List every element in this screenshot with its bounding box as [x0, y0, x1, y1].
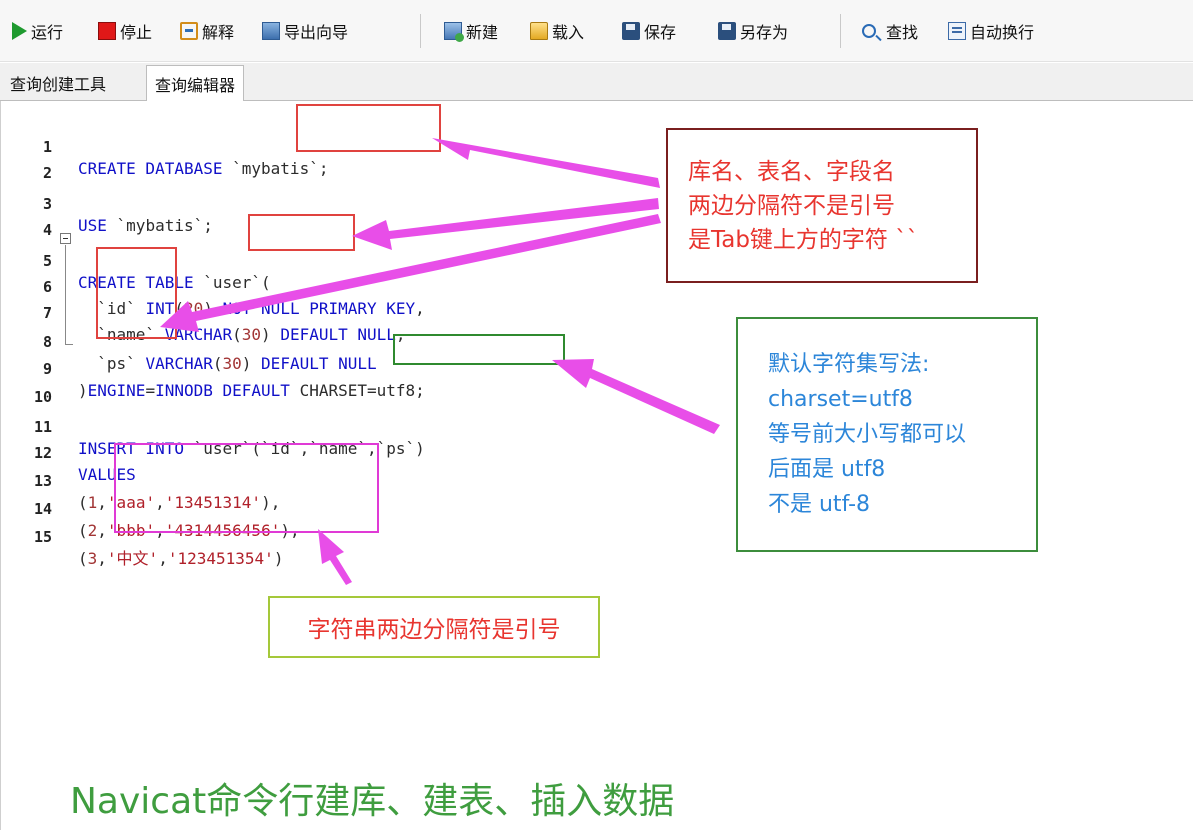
highlight-database-name: [296, 104, 441, 152]
run-label: 运行: [31, 23, 64, 42]
note-line: charset=utf8: [768, 387, 913, 412]
string-delimiter-note: 字符串两边分隔符是引号: [268, 596, 600, 658]
load-button[interactable]: 载入: [530, 18, 584, 44]
code-line: 3 USE `mybatis`;: [0, 171, 1190, 235]
code-line: 2: [0, 140, 1190, 182]
stop-icon: [98, 22, 116, 40]
code-text: (3,'中文','123451354'): [78, 549, 284, 568]
line-number: 15: [33, 528, 52, 546]
note-line: 等号前大小写都可以: [768, 422, 967, 447]
note-line: 后面是 utf8: [768, 457, 886, 482]
stop-label: 停止: [120, 23, 153, 42]
toolbar-divider: [840, 14, 841, 48]
stop-button[interactable]: 停止: [98, 18, 152, 44]
folder-icon: [530, 22, 548, 40]
tab-query-builder[interactable]: 查询创建工具: [2, 65, 114, 101]
save-icon: [622, 22, 640, 40]
word-wrap-icon: [948, 22, 966, 40]
save-button[interactable]: 保存: [622, 18, 676, 44]
code-line: 5 CREATE TABLE `user`(: [0, 228, 1190, 292]
export-icon: [262, 22, 280, 40]
tab-label: 查询编辑器: [155, 75, 236, 95]
explain-button[interactable]: 解释: [180, 18, 234, 44]
save-as-label: 另存为: [740, 23, 789, 42]
word-wrap-button[interactable]: 自动换行: [948, 18, 1034, 44]
toolbar-divider: [420, 14, 421, 48]
tab-bar: 查询创建工具 查询编辑器: [0, 63, 1193, 102]
export-wizard-label: 导出向导: [284, 23, 349, 42]
highlight-table-name: [248, 214, 355, 251]
find-label: 查找: [886, 23, 919, 42]
save-as-icon: [718, 22, 736, 40]
fold-toggle-icon[interactable]: [60, 233, 71, 244]
highlight-string-values: [114, 443, 379, 533]
fold-guide-end: [65, 344, 73, 345]
search-icon: [862, 24, 876, 38]
note-line: 是Tab键上方的字符 ``: [688, 226, 919, 253]
toolbar: 运行 停止 解释 导出向导 新建 载入 保存 另存为 查找 自动换行: [0, 0, 1193, 62]
charset-note: 默认字符集写法: charset=utf8 等号前大小写都可以 后面是 utf8…: [736, 317, 1038, 552]
find-button[interactable]: 查找: [862, 18, 918, 44]
highlight-charset: [393, 334, 565, 365]
code-line: 7 `name` VARCHAR(30) DEFAULT NULL,: [0, 280, 1190, 344]
load-label: 载入: [552, 23, 585, 42]
tab-label: 查询创建工具: [10, 75, 107, 94]
code-line: 6 `id` INT(20) NOT NULL PRIMARY KEY,: [0, 254, 1190, 318]
new-label: 新建: [466, 23, 499, 42]
page-caption: Navicat命令行建库、建表、插入数据: [70, 781, 675, 822]
word-wrap-label: 自动换行: [970, 23, 1035, 42]
fold-guide: [65, 245, 66, 345]
export-wizard-button[interactable]: 导出向导: [262, 18, 348, 44]
note-line: 两边分隔符不是引号: [688, 192, 895, 219]
code-line: 1 CREATE DATABASE `mybatis`;: [0, 114, 1190, 178]
save-label: 保存: [644, 23, 677, 42]
run-button[interactable]: 运行: [12, 18, 63, 44]
code-line: 4: [0, 197, 1190, 239]
explain-icon: [180, 22, 198, 40]
tab-query-editor[interactable]: 查询编辑器: [146, 65, 245, 102]
note-line: 字符串两边分隔符是引号: [307, 617, 561, 643]
note-line: 默认字符集写法:: [768, 352, 930, 377]
explain-label: 解释: [202, 23, 235, 42]
note-line: 不是 utf-8: [768, 492, 871, 517]
note-line: 库名、表名、字段名: [688, 158, 895, 185]
save-as-button[interactable]: 另存为: [718, 18, 788, 44]
new-button[interactable]: 新建: [444, 18, 498, 44]
play-icon: [12, 22, 27, 40]
identifier-delimiter-note: 库名、表名、字段名 两边分隔符不是引号 是Tab键上方的字符 ``: [666, 128, 978, 283]
new-query-icon: [444, 22, 464, 42]
highlight-column-names: [96, 247, 177, 339]
